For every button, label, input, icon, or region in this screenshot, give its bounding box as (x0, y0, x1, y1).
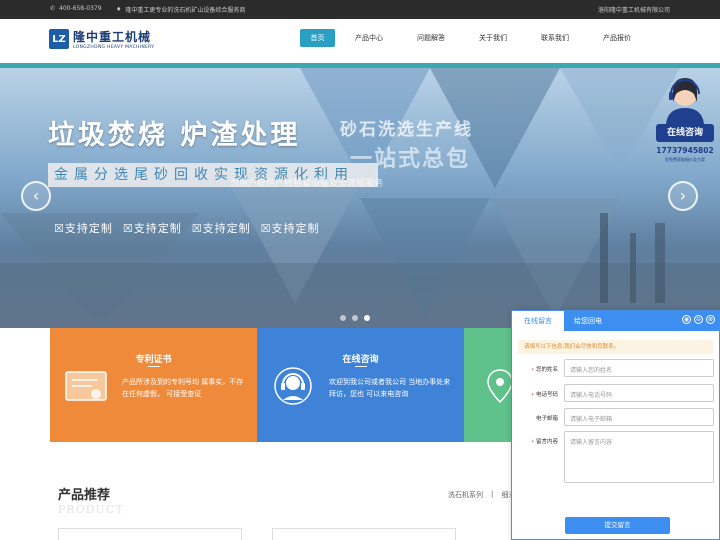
top-slogan: 隆中重工更专业的洗石机矿山设备综合服务商 (125, 7, 246, 14)
logo[interactable]: LZ 隆中重工机械 LONGZHONG HEAVY MACHINERY (49, 28, 154, 50)
phone-label: • 电话号码 (530, 392, 558, 398)
product-tabs: 洗石机系列 | 细沙 (448, 490, 515, 500)
tab-leave-message[interactable]: 在线留言 (512, 311, 564, 331)
form-notice: 请填写以下信息,我们会尽快和您联系。 (518, 340, 713, 354)
tab-stone-washer[interactable]: 洗石机系列 (448, 490, 483, 500)
settings-icon[interactable]: ◉ (682, 315, 691, 324)
hero-subtitle: 为用户提供产线整套设备及全流程服务 (230, 179, 384, 189)
minimize-icon[interactable]: ⊖ (694, 315, 703, 324)
phone-icon: ✆ (50, 5, 56, 12)
tab-separator: | (491, 490, 494, 498)
consult-label[interactable]: 在线咨询 (656, 124, 714, 142)
phone-info: ✆ 400-658-0379 (50, 5, 102, 12)
hero-tag: ☒支持定制 (54, 222, 113, 235)
card-text: 欢迎到我公司或者我公司 当地办事处来拜访，您也 可以来电咨询 (329, 378, 451, 398)
section-title: 产品推荐 (58, 488, 111, 503)
nav-home[interactable]: 首页 (300, 29, 335, 47)
hero-tag: ☒支持定制 (260, 222, 320, 235)
card-text: 产品所涉及到的专利号均 属事实，不存在任何虚假， 可接受查证 (122, 378, 244, 398)
hero-tag: ☒支持定制 (191, 222, 251, 235)
name-field[interactable]: 请输入您的姓名 (564, 359, 714, 377)
card-underline (148, 366, 160, 367)
nav-contact[interactable]: 联系我们 (537, 29, 573, 47)
card-underline (355, 366, 367, 367)
consult-phone: 17737945802 (656, 146, 714, 155)
carousel-dot[interactable] (352, 315, 358, 321)
email-field[interactable]: 请输入电子邮箱 (564, 408, 714, 426)
carousel-dot-active[interactable] (364, 315, 370, 321)
message-textarea[interactable]: 请输入留言内容 (564, 431, 714, 483)
nav-about[interactable]: 关于我们 (475, 29, 511, 47)
slogan-info: ♦ 隆中重工更专业的洗石机矿山设备综合服务商 (116, 5, 245, 14)
floating-consult-widget[interactable]: 在线咨询 17737945802 您免费获取报价及方案 (654, 72, 716, 168)
hero-background-graphic (0, 68, 720, 328)
nav-quote[interactable]: 产品报价 (599, 29, 635, 47)
consult-tip: 您免费获取报价及方案 (665, 157, 705, 162)
hero-tag: ☒支持定制 (122, 222, 182, 235)
nav-products[interactable]: 产品中心 (351, 29, 387, 47)
hero-tags: ☒支持定制 ☒支持定制 ☒支持定制 ☒支持定制 (54, 220, 320, 236)
close-icon[interactable]: ⊗ (706, 315, 715, 324)
next-arrow-icon[interactable]: › (668, 181, 698, 211)
certificate-icon (65, 371, 107, 401)
message-row: • 留言内容 请输入留言内容 (518, 431, 714, 483)
message-panel: 在线留言 给您回电 ◉ ⊖ ⊗ 请填写以下信息,我们会尽快和您联系。 • 您的姓… (511, 310, 720, 540)
logo-name-cn: 隆中重工机械 (73, 30, 152, 44)
message-label: • 留言内容 (530, 439, 558, 445)
product-section-heading: 产品推荐 PRODUCT (58, 484, 124, 516)
header: LZ 隆中重工机械 LONGZHONG HEAVY MACHINERY 首页 产… (0, 19, 720, 63)
phone-row: • 电话号码 请输入电话号码 (518, 384, 714, 402)
submit-button[interactable]: 提交留言 (565, 517, 670, 534)
hero-title: 垃圾焚烧 炉渣处理 (48, 120, 301, 151)
hero-title-b: 砂石洗选生产线 (340, 120, 473, 140)
carousel-dot[interactable] (340, 315, 346, 321)
top-phone: 400-658-0379 (59, 5, 102, 12)
top-bar: ✆ 400-658-0379 ♦ 隆中重工更专业的洗石机矿山设备综合服务商 洛阳… (0, 0, 720, 19)
prev-arrow-icon[interactable]: ‹ (21, 181, 51, 211)
main-nav: 首页 产品中心 问题解答 关于我们 联系我们 产品报价 (300, 29, 635, 47)
message-panel-header: 在线留言 给您回电 ◉ ⊖ ⊗ (512, 311, 719, 331)
phone-field[interactable]: 请输入电话号码 (564, 384, 714, 402)
product-thumb[interactable] (272, 528, 456, 540)
name-label: • 您的姓名 (530, 367, 558, 373)
logo-name-en: LONGZHONG HEAVY MACHINERY (73, 45, 155, 50)
product-thumb[interactable] (58, 528, 242, 540)
diamond-icon: ♦ (116, 6, 122, 13)
hero-banner[interactable]: 垃圾焚烧 炉渣处理 砂石洗选生产线 一站式总包 金属分选尾砂回收实现资源化利用 … (0, 63, 720, 328)
carousel-dots (340, 315, 370, 321)
section-title-en: PRODUCT (58, 503, 124, 516)
agent-avatar-icon (666, 78, 704, 124)
nav-faq[interactable]: 问题解答 (413, 29, 449, 47)
email-row: 电子邮箱 请输入电子邮箱 (518, 408, 714, 426)
card-patent[interactable]: 专利证书 产品所涉及到的专利号均 属事实，不存在任何虚假， 可接受查证 (50, 328, 257, 442)
card-consult[interactable]: 在线咨询 欢迎到我公司或者我公司 当地办事处来拜访，您也 可以来电咨询 (257, 328, 464, 442)
logo-mark: LZ (49, 29, 69, 49)
email-label: 电子邮箱 (535, 416, 558, 422)
top-company: 洛阳隆中重工机械有限公司 (597, 7, 670, 14)
tab-call-back[interactable]: 给您回电 (574, 311, 602, 331)
headset-icon (274, 367, 312, 405)
name-row: • 您的姓名 请输入您的姓名 (518, 359, 714, 377)
